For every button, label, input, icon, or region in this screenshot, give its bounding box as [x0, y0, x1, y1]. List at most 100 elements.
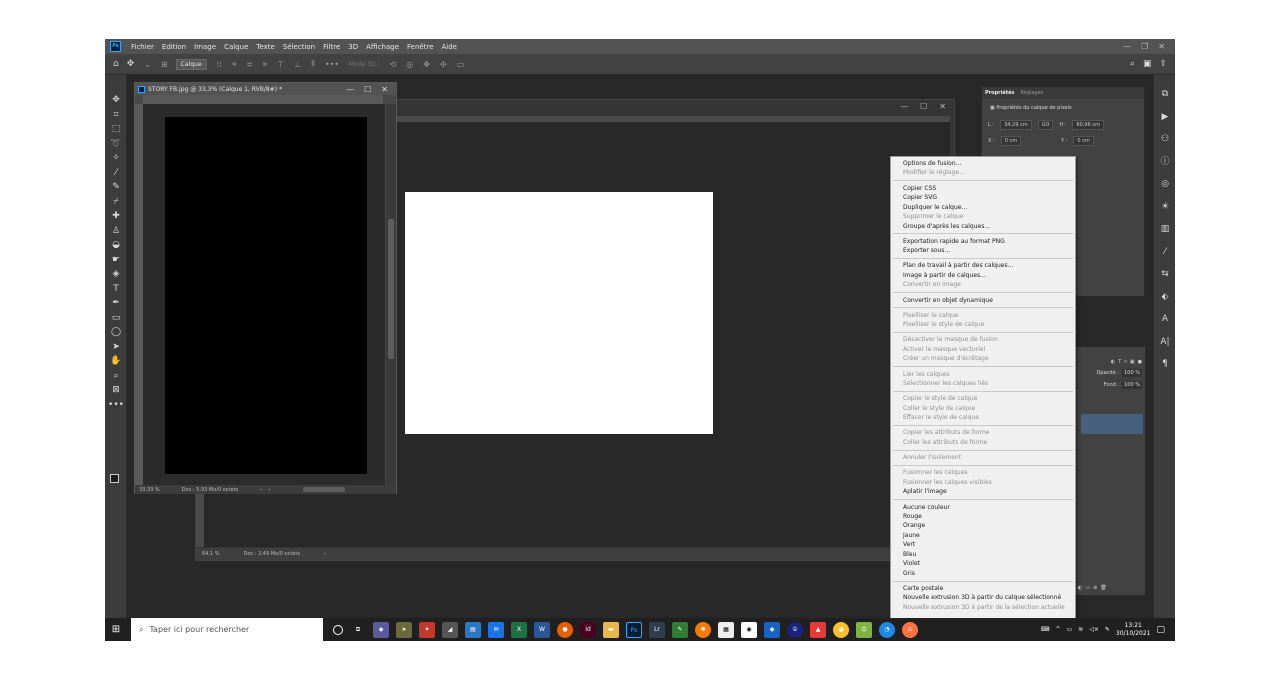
- text-tool-icon[interactable]: T: [105, 282, 127, 297]
- context-menu-item[interactable]: Bleu: [891, 550, 1075, 559]
- mail-icon[interactable]: ✉: [488, 621, 504, 638]
- navigator-icon[interactable]: ◎: [1154, 173, 1175, 196]
- taskbar-search-input[interactable]: ⌕ Taper ici pour rechercher: [131, 618, 323, 641]
- app-icon[interactable]: ①: [787, 621, 803, 638]
- paths-icon[interactable]: ⬖: [1154, 286, 1175, 309]
- close-icon[interactable]: ✕: [1158, 42, 1165, 51]
- fill-field[interactable]: 100 %: [1122, 381, 1142, 389]
- rectangle-tool-icon[interactable]: ▭: [105, 311, 127, 326]
- app-icon[interactable]: ◆: [764, 621, 780, 638]
- align-middle-icon[interactable]: ⊥: [294, 60, 301, 69]
- vertical-scrollbar[interactable]: [386, 104, 396, 486]
- excel-icon[interactable]: X: [511, 621, 527, 638]
- align-center-icon[interactable]: ≑: [246, 60, 253, 69]
- libraries-icon[interactable]: ▥: [1154, 218, 1175, 241]
- pen-tool-icon[interactable]: ✒: [105, 296, 127, 311]
- file-explorer-icon[interactable]: ▤: [465, 621, 481, 638]
- chevron-left-icon[interactable]: ‹: [268, 487, 270, 493]
- width-field[interactable]: 34,29 cm: [1000, 120, 1032, 130]
- folder-icon[interactable]: ▬: [603, 621, 619, 638]
- height-field[interactable]: 60,96 cm: [1072, 120, 1104, 130]
- lasso-tool-icon[interactable]: ➰: [105, 137, 127, 152]
- menu-selection[interactable]: Sélection: [279, 43, 319, 51]
- minimize-icon[interactable]: —: [900, 102, 908, 111]
- app-icon[interactable]: ➤: [396, 621, 412, 638]
- frame-tool-icon[interactable]: ⊠: [105, 383, 127, 398]
- context-menu-item[interactable]: Carte postale: [891, 584, 1075, 593]
- restore-icon[interactable]: ❐: [1141, 42, 1148, 51]
- context-menu-item[interactable]: Rouge: [891, 512, 1075, 521]
- more-options-icon[interactable]: •••: [325, 60, 339, 69]
- transform-controls-icon[interactable]: ⁞⁞: [217, 60, 222, 69]
- document-window-front[interactable]: STORY FB.jpg @ 33,3% (Calque 1, RVB/8#) …: [134, 82, 397, 494]
- adjustments-icon[interactable]: ☀: [1154, 196, 1175, 219]
- new-layer-icon[interactable]: ⊕: [1093, 585, 1097, 591]
- foreground-color-swatch[interactable]: [110, 474, 119, 483]
- task-view-icon[interactable]: ⧉: [350, 622, 366, 638]
- crop-tool-icon[interactable]: ⌗: [105, 108, 127, 123]
- context-menu-item[interactable]: Nouvelle extrusion 3D à partir du calque…: [891, 593, 1075, 602]
- smart-object-filter-icon[interactable]: ▣: [1130, 359, 1135, 365]
- app-icon[interactable]: ▦: [718, 621, 734, 638]
- search-icon[interactable]: ⌕: [1130, 59, 1135, 69]
- context-menu-item[interactable]: Plan de travail à partir des calques...: [891, 261, 1075, 270]
- restore-icon[interactable]: ☐: [364, 85, 371, 94]
- document-canvas[interactable]: [165, 117, 367, 474]
- app-icon[interactable]: ✎: [672, 621, 688, 638]
- eyedropper-tool-icon[interactable]: ⌿: [105, 195, 127, 210]
- info-icon[interactable]: ⓘ: [1154, 151, 1175, 174]
- link-dimensions-button[interactable]: GO: [1037, 120, 1054, 130]
- healing-tool-icon[interactable]: ✚: [105, 209, 127, 224]
- indesign-icon[interactable]: Id: [580, 621, 596, 638]
- 3d-roll-icon[interactable]: ◎: [406, 60, 413, 69]
- menu-3d[interactable]: 3D: [344, 43, 362, 51]
- 3d-orbit-icon[interactable]: ⟲: [390, 60, 397, 69]
- layer-row-selected[interactable]: [1081, 414, 1143, 434]
- doc2-zoom-value[interactable]: 64,1 %: [202, 551, 219, 557]
- restore-icon[interactable]: ☐: [920, 102, 927, 111]
- menu-fichier[interactable]: Fichier: [127, 43, 158, 51]
- word-icon[interactable]: W: [534, 621, 550, 638]
- taskbar-clock[interactable]: 13:21 30/10/2021: [1116, 622, 1151, 638]
- menu-fenetre[interactable]: Fenêtre: [403, 43, 437, 51]
- menu-image[interactable]: Image: [190, 43, 220, 51]
- close-icon[interactable]: ✕: [939, 102, 946, 111]
- battery-icon[interactable]: ▭: [1067, 626, 1073, 633]
- context-menu-item[interactable]: Image à partir de calques...: [891, 271, 1075, 280]
- tab-reglages[interactable]: Réglages: [1017, 90, 1046, 96]
- context-menu-item[interactable]: Options de fusion...: [891, 159, 1075, 168]
- 3d-pan-icon[interactable]: ✥: [423, 60, 430, 69]
- canvas-area[interactable]: [143, 104, 385, 486]
- notifications-icon[interactable]: ▢: [1156, 625, 1165, 635]
- horizontal-scrollbar-thumb[interactable]: [303, 487, 345, 492]
- minimize-icon[interactable]: —: [346, 85, 354, 94]
- app-icon[interactable]: ◢: [442, 621, 458, 638]
- chrome-icon[interactable]: ◕: [833, 621, 849, 638]
- ellipse-tool-icon[interactable]: ◯: [105, 325, 127, 340]
- filter-toggle-icon[interactable]: ●: [1138, 359, 1142, 365]
- chevron-right-icon[interactable]: ›: [324, 551, 326, 557]
- chevron-down-icon[interactable]: ⌄: [144, 60, 151, 69]
- context-menu-item[interactable]: Copier CSS: [891, 184, 1075, 193]
- app-icon[interactable]: ◔: [879, 621, 895, 638]
- opacity-field[interactable]: 100 %: [1122, 369, 1142, 377]
- menu-filtre[interactable]: Filtre: [319, 43, 344, 51]
- context-menu-item[interactable]: Exporter sous...: [891, 246, 1075, 255]
- context-menu-item[interactable]: Exportation rapide au format PNG: [891, 237, 1075, 246]
- app-icon[interactable]: ✦: [419, 621, 435, 638]
- brush-settings-icon[interactable]: ⁄: [1154, 241, 1175, 264]
- adjustment-filter-icon[interactable]: ◐: [1111, 359, 1115, 365]
- pen-path-tool-icon[interactable]: ✎: [105, 180, 127, 195]
- brush-tool-icon[interactable]: ⁄: [105, 166, 127, 181]
- eraser-tool-icon[interactable]: ◈: [105, 267, 127, 282]
- context-menu-item[interactable]: Vert: [891, 540, 1075, 549]
- lightroom-icon[interactable]: Lr: [649, 621, 665, 638]
- firefox-icon[interactable]: ●: [557, 621, 573, 638]
- workspace-icon[interactable]: ▣: [1143, 59, 1152, 69]
- 3d-slide-icon[interactable]: ✣: [440, 60, 447, 69]
- pen-icon[interactable]: ✎: [1105, 626, 1110, 633]
- context-menu-item[interactable]: Jaune: [891, 531, 1075, 540]
- layer-style-icon[interactable]: ◐: [1078, 585, 1082, 591]
- app-icon[interactable]: ⚠: [902, 621, 918, 638]
- context-menu-item[interactable]: Groupe d'après les calques...: [891, 222, 1075, 231]
